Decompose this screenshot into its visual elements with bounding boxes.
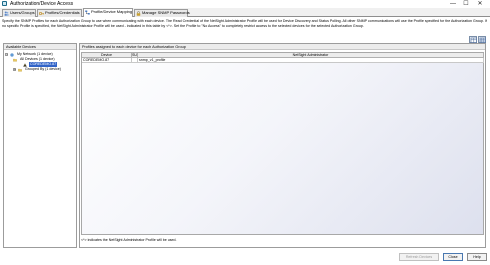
table-view-icon[interactable]	[469, 36, 477, 43]
tab-manage-snmp-passwords[interactable]: Manage SNMP Passwords	[134, 9, 190, 17]
tree-item-label: Grouped By (1 device)	[25, 67, 61, 71]
close-window-button[interactable]: ✕	[475, 0, 485, 8]
panel-header: Available Devices	[4, 44, 76, 50]
tab-label: Profiles/Credentials	[45, 10, 80, 15]
folder-icon	[18, 68, 22, 71]
app-icon	[2, 1, 7, 6]
tab-label: Profile/Device Mapping	[91, 9, 133, 14]
expand-toggle[interactable]: +	[13, 68, 16, 71]
table-cell-profile[interactable]: snmp_v1_profile	[138, 58, 484, 63]
warning-device-icon	[23, 62, 27, 67]
profiles-panel: Profiles assigned to each device for eac…	[79, 43, 486, 248]
tree-item-grouped-by[interactable]: + Grouped By (1 device)	[13, 67, 62, 72]
refresh-devices-button[interactable]: Refresh Devices	[399, 253, 439, 261]
tab-profile-device-mapping[interactable]: Profile/Device Mapping	[83, 8, 133, 17]
available-devices-panel: Available Devices − My Network (1 device…	[3, 43, 77, 248]
tab-label: Manage SNMP Passwords	[142, 10, 190, 15]
help-button[interactable]: Help	[467, 253, 487, 261]
window-title: Authorization/Device Access	[10, 1, 74, 7]
table-cell-device[interactable]: COREDEMO.87	[82, 58, 132, 63]
profiles-table[interactable]: Device SU NetSight Administrator COREDEM…	[81, 52, 484, 235]
password-icon	[136, 11, 141, 16]
minimize-button[interactable]: —	[448, 0, 458, 8]
tab-label: Users/Groups	[10, 10, 35, 15]
close-button[interactable]: Close	[443, 253, 463, 261]
tab-users-groups[interactable]: Users/Groups	[2, 9, 36, 17]
grid-view-icon[interactable]	[478, 36, 486, 43]
mapping-icon	[85, 10, 90, 15]
tab-profiles-credentials[interactable]: Profiles/Credentials	[37, 9, 82, 17]
maximize-button[interactable]: ☐	[461, 0, 471, 8]
folder-icon	[13, 58, 17, 61]
network-icon	[10, 52, 14, 57]
key-icon	[39, 11, 44, 16]
title-bar: Authorization/Device Access — ☐ ✕	[0, 0, 490, 8]
tab-bar: Users/Groups Profiles/Credentials Profil…	[0, 8, 490, 17]
collapse-toggle[interactable]: −	[5, 53, 8, 56]
footnote-text: <*> indicates the NetSight Administrator…	[81, 238, 177, 242]
users-icon	[4, 11, 9, 16]
description-text: Specify the SNMP Profiles for each Autho…	[2, 19, 487, 28]
panel-header: Profiles assigned to each device for eac…	[80, 44, 485, 50]
